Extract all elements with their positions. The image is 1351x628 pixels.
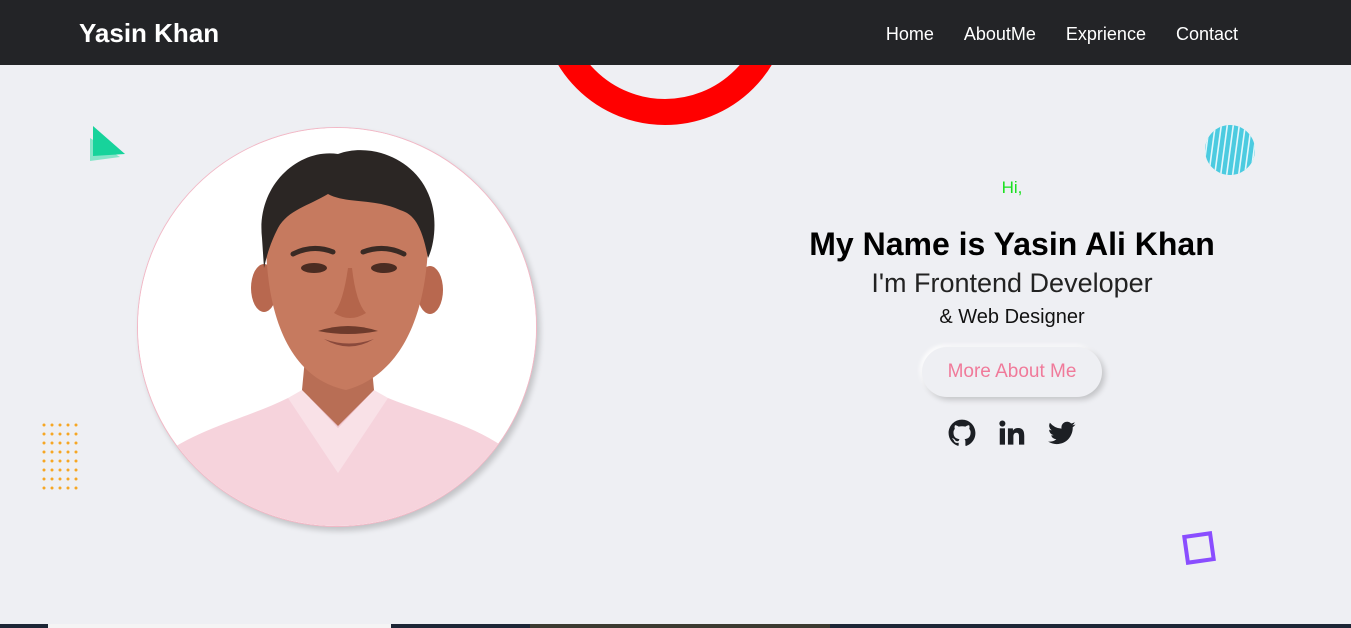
more-about-me-button[interactable]: More About Me (921, 347, 1103, 397)
hero-name-heading: My Name is Yasin Ali Khan (809, 226, 1215, 262)
nav-link-contact[interactable]: Contact (1176, 22, 1238, 46)
striped-circle-decoration (1205, 125, 1255, 175)
nav-link-home[interactable]: Home (886, 22, 934, 46)
nav-link-aboutme[interactable]: AboutMe (964, 22, 1036, 46)
social-links (762, 419, 1262, 447)
dots-grid-decoration (42, 423, 78, 490)
hero-role: I'm Frontend Developer (871, 268, 1153, 298)
person-portrait-image (138, 128, 536, 526)
nav-links: Home AboutMe Exprience Contact (886, 22, 1238, 46)
next-section-card-edge (48, 624, 391, 628)
profile-photo (137, 127, 537, 527)
twitter-icon[interactable] (1048, 419, 1076, 447)
nav-link-experience[interactable]: Exprience (1066, 22, 1146, 46)
github-icon[interactable] (948, 419, 976, 447)
next-section-image-edge (530, 624, 830, 628)
linkedin-icon[interactable] (998, 419, 1026, 447)
navbar: Yasin Khan Home AboutMe Exprience Contac… (0, 0, 1351, 65)
greeting-text: Hi, (1001, 178, 1023, 197)
next-section-edge (0, 624, 1351, 628)
hero-subrole: & Web Designer (939, 306, 1085, 328)
triangle-decoration (90, 126, 125, 161)
hero-intro: Hi, My Name is Yasin Ali Khan I'm Fronte… (762, 176, 1262, 447)
square-outline-decoration (1182, 531, 1216, 565)
brand-logo[interactable]: Yasin Khan (79, 16, 219, 50)
